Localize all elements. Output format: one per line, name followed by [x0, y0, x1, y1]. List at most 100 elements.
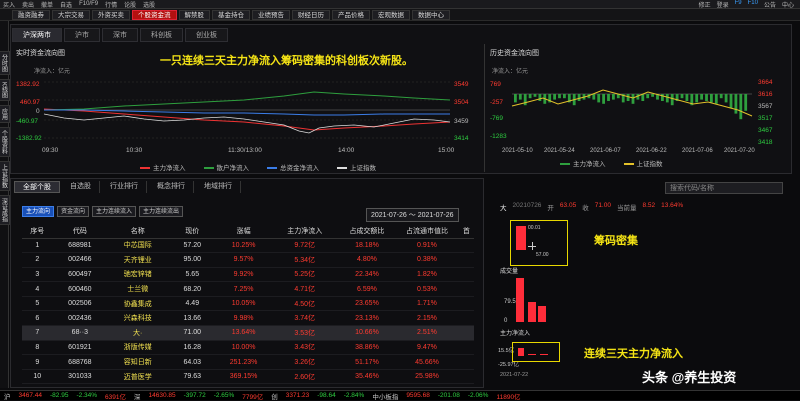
side-tab[interactable]: 分时图 — [0, 51, 10, 75]
x-tick: 14:00 — [338, 147, 355, 154]
menu-item-calendar[interactable]: 财经日历 — [292, 9, 330, 20]
history-bar — [607, 94, 610, 101]
filter-fund-flow[interactable]: 资金流向 — [57, 206, 90, 217]
menu-item-margin[interactable]: 融资融券 — [12, 9, 50, 20]
toolbar-right-item[interactable]: F10 — [748, 0, 758, 9]
table-row[interactable]: 4 600460 士兰微 68.20 7.25% 4.71亿 6.59% 0.53% — [22, 281, 474, 297]
ranking-tabs: 全部个股 自选股 行业排行 概念排行 地域排行 — [14, 181, 241, 193]
col-header[interactable]: 涨幅 — [216, 224, 271, 239]
stock-date: 20210726 — [512, 202, 542, 209]
col-header[interactable]: 序号 — [22, 224, 53, 239]
col-header[interactable]: 占成交额比 — [338, 224, 396, 239]
table-cell: 1 — [22, 238, 53, 254]
filter-main-flow[interactable]: 主力流向 — [22, 206, 55, 217]
status-item: -82.95 — [50, 392, 69, 399]
history-bar — [739, 94, 743, 120]
stock-search-input[interactable]: 搜索代码/名称 — [665, 182, 783, 194]
tab-sz[interactable]: 深市 — [102, 28, 138, 42]
toolbar-item[interactable]: F10/F9 — [79, 1, 98, 7]
date-range-picker[interactable]: 2021-07-26 ～ 2021-07-26 — [366, 208, 459, 222]
table-cell — [458, 267, 474, 283]
toolbar-item[interactable]: 行情 — [105, 0, 117, 9]
menu-item-prices[interactable]: 产品价格 — [332, 9, 370, 20]
filter-buttons: 主力流向 资金流向 主力连续流入 主力连续流出 — [22, 206, 184, 217]
col-header[interactable]: 现价 — [168, 224, 217, 239]
tab-concept[interactable]: 概念排行 — [149, 181, 194, 193]
status-item: 3467.44 — [18, 392, 43, 399]
col-header[interactable]: 占流通市值比 — [395, 224, 459, 239]
chip-label-2: 57.00 — [536, 252, 549, 258]
table-row[interactable]: 5 002506 协鑫集成 4.49 10.05% 4.50亿 23.65% 1.71% — [22, 296, 474, 312]
menu-item-block-trade[interactable]: 大宗交易 — [52, 9, 90, 20]
table-cell: 9 — [22, 354, 53, 370]
toolbar-right-item[interactable]: 公告 — [764, 0, 776, 9]
tab-sh[interactable]: 沪市 — [64, 28, 100, 42]
tab-all-stocks[interactable]: 全部个股 — [14, 181, 60, 193]
status-item: -201.08 — [437, 392, 460, 399]
table-cell — [458, 310, 474, 327]
table-cell: 13.66 — [168, 310, 217, 327]
col-header[interactable]: 主力净流入 — [270, 224, 339, 239]
tab-star[interactable]: 科创板 — [140, 28, 183, 42]
side-tab[interactable]: 上证指数 — [0, 161, 10, 192]
toolbar-item[interactable]: 论股 — [124, 0, 136, 9]
table-row[interactable]: 9 688768 容知日新 64.03 251.23% 3.26亿 51.17% 45.66% — [22, 354, 474, 370]
col-header[interactable]: 首 — [458, 224, 474, 239]
flow-bar — [540, 354, 548, 355]
menu-item-fund-holdings[interactable]: 基金持仓 — [212, 9, 250, 20]
table-cell: 369.15% — [216, 369, 271, 385]
chip-caption: 筹码密集 — [594, 235, 638, 247]
table-row[interactable]: 2 002466 天齐锂业 95.00 9.57% 5.34亿 4.80% 0.38% — [22, 252, 474, 268]
menu-item-stock-fund-flow[interactable]: 个股资金流 — [132, 9, 177, 20]
filter-continuous-out[interactable]: 主力连续流出 — [139, 206, 184, 217]
history-bar — [626, 94, 630, 101]
col-header[interactable]: 代码 — [52, 224, 108, 239]
status-item: -2.84% — [343, 392, 365, 399]
table-row[interactable]: 1 688981 中芯国际 57.20 10.25% 9.72亿 18.18% 0.91% — [22, 238, 474, 254]
tab-region[interactable]: 地域排行 — [196, 181, 241, 193]
change-pct: 13.64% — [661, 202, 684, 209]
toolbar-item[interactable]: 自选 — [60, 0, 72, 9]
status-item: 深 — [134, 393, 141, 401]
col-header[interactable]: 名称 — [107, 224, 169, 239]
table-row[interactable]: 6 002436 兴森科技 13.66 9.98% 3.74亿 23.13% 2.15% — [22, 310, 474, 327]
table-row[interactable]: 7 68··3 大· 71.00 13.64% 3.53亿 10.66% 2.51% — [22, 325, 474, 341]
side-tab[interactable]: 深证成指 — [0, 195, 10, 226]
toolbar-right-item[interactable]: F9 — [735, 0, 742, 9]
tab-gem[interactable]: 创业板 — [185, 28, 228, 42]
table-cell: 688768 — [52, 354, 108, 370]
table-cell: 9.57% — [216, 252, 271, 268]
table-row[interactable]: 8 601921 浙版传媒 16.28 10.00% 3.43亿 38.86% 9.47% — [22, 340, 474, 356]
status-item: -2.34% — [76, 392, 98, 399]
menu-item-foreign[interactable]: 外资买卖 — [92, 9, 130, 20]
main-flow-date: 2021-07-22 — [500, 372, 529, 378]
tab-all-markets[interactable]: 沪深两市 — [12, 28, 62, 42]
toolbar-item[interactable]: 选股 — [143, 0, 155, 9]
menu-item-unlock[interactable]: 解禁股 — [178, 9, 210, 20]
table-cell: 10 — [22, 369, 53, 385]
menu-item-data-center[interactable]: 数据中心 — [412, 9, 450, 20]
filter-continuous-in[interactable]: 主力连续流入 — [92, 206, 137, 217]
toolbar-item[interactable]: 买入 — [3, 0, 15, 9]
x-tick: 2021-06-07 — [590, 148, 621, 154]
status-item: 11890亿 — [496, 393, 521, 401]
side-tab[interactable]: 应用 — [0, 105, 10, 124]
side-tab[interactable]: K线图 — [0, 79, 10, 102]
toolbar-item[interactable]: 撤单 — [41, 0, 53, 9]
menu-item-earnings[interactable]: 业绩预告 — [252, 9, 290, 20]
toolbar-right-item[interactable]: 修正 — [699, 0, 711, 9]
side-tab[interactable]: 个股资料 — [0, 127, 10, 158]
tab-industry[interactable]: 行业排行 — [102, 181, 147, 193]
y-tick-right: 3459 — [454, 118, 469, 125]
table-row[interactable]: 3 600497 驰宏锌锗 5.65 9.92% 5.25亿 22.34% 1.82% — [22, 267, 474, 283]
x-tick: 15:00 — [438, 147, 455, 154]
y-tick-right: 3567 — [758, 103, 773, 110]
menu-item-macro[interactable]: 宏观数据 — [372, 9, 410, 20]
tab-watchlist[interactable]: 自选股 — [62, 181, 100, 193]
toolbar-right-item[interactable]: 中心 — [782, 0, 794, 9]
table-row[interactable]: 10 301033 迈普医学 79.63 369.15% 2.60亿 35.46% 25.98… — [22, 369, 474, 385]
legend-item-main: 主力净流入 — [140, 162, 186, 172]
toolbar-item[interactable]: 卖出 — [22, 0, 34, 9]
history-bar — [651, 94, 654, 97]
toolbar-right-item[interactable]: 登录 — [717, 0, 729, 9]
